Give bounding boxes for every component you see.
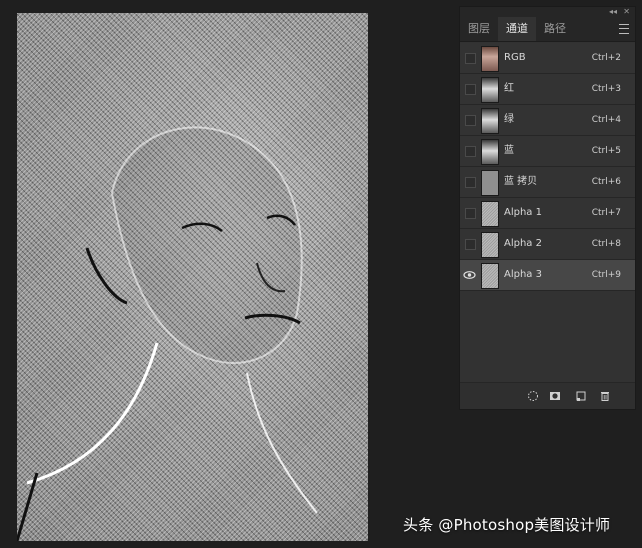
channel-shortcut: Ctrl+2 — [591, 53, 621, 63]
channel-name: Alpha 3 — [504, 269, 542, 280]
channel-row-alpha-3[interactable]: Alpha 3 Ctrl+9 — [460, 260, 635, 291]
panel-footer — [460, 382, 635, 409]
channel-name: 红 — [504, 83, 514, 94]
visibility-toggle[interactable] — [465, 115, 476, 126]
channels-panel: ◂◂ ✕ 图层 通道 路径 RGB Ctrl+2 红 Ctrl+3 绿 Ctrl… — [459, 6, 636, 410]
channel-row-blue[interactable]: 蓝 Ctrl+5 — [460, 136, 635, 167]
tab-layers[interactable]: 图层 — [460, 17, 498, 41]
channel-name: Alpha 2 — [504, 238, 542, 249]
channel-shortcut: Ctrl+3 — [591, 84, 621, 94]
channel-thumbnail — [481, 170, 499, 196]
channel-row-rgb[interactable]: RGB Ctrl+2 — [460, 43, 635, 74]
channel-shortcut: Ctrl+8 — [591, 239, 621, 249]
panel-title-bar[interactable]: ◂◂ ✕ — [460, 7, 635, 17]
visibility-toggle[interactable] — [465, 177, 476, 188]
channel-row-green[interactable]: 绿 Ctrl+4 — [460, 105, 635, 136]
channel-list: RGB Ctrl+2 红 Ctrl+3 绿 Ctrl+4 蓝 Ctrl+5 蓝 … — [460, 42, 635, 291]
channel-thumbnail — [481, 201, 499, 227]
visibility-toggle[interactable] — [465, 53, 476, 64]
channel-shortcut: Ctrl+7 — [591, 208, 621, 218]
channel-thumbnail — [481, 263, 499, 289]
channel-shortcut: Ctrl+5 — [591, 146, 621, 156]
channel-shortcut: Ctrl+6 — [591, 177, 621, 187]
collapse-icon[interactable]: ◂◂ — [609, 7, 617, 17]
load-selection-icon[interactable] — [527, 390, 539, 402]
visibility-toggle[interactable] — [465, 239, 476, 250]
channel-row-red[interactable]: 红 Ctrl+3 — [460, 74, 635, 105]
channel-name: 蓝 — [504, 145, 514, 156]
delete-icon[interactable] — [599, 390, 611, 402]
visibility-toggle[interactable] — [465, 208, 476, 219]
visibility-toggle[interactable] — [465, 146, 476, 157]
channel-thumbnail — [481, 108, 499, 134]
panel-tabs: 图层 通道 路径 — [460, 17, 635, 42]
channel-row-alpha-1[interactable]: Alpha 1 Ctrl+7 — [460, 198, 635, 229]
channel-row-alpha-2[interactable]: Alpha 2 Ctrl+8 — [460, 229, 635, 260]
channel-name: 蓝 拷贝 — [504, 176, 538, 187]
channel-thumbnail — [481, 77, 499, 103]
eye-icon[interactable] — [463, 269, 476, 281]
channel-row-blue-copy[interactable]: 蓝 拷贝 Ctrl+6 — [460, 167, 635, 198]
channel-shortcut: Ctrl+9 — [591, 270, 621, 280]
tab-paths[interactable]: 路径 — [536, 17, 574, 41]
channel-thumbnail — [481, 232, 499, 258]
channel-thumbnail — [481, 46, 499, 72]
tab-channels[interactable]: 通道 — [498, 17, 536, 41]
channel-name: RGB — [504, 52, 526, 63]
watermark-text: 头条 @Photoshop美图设计师 — [403, 516, 611, 534]
channel-name: Alpha 1 — [504, 207, 542, 218]
embossed-portrait-image — [17, 13, 368, 541]
new-channel-icon[interactable] — [575, 390, 587, 402]
visibility-toggle[interactable] — [465, 84, 476, 95]
channel-thumbnail — [481, 139, 499, 165]
channel-name: 绿 — [504, 114, 514, 125]
channel-shortcut: Ctrl+4 — [591, 115, 621, 125]
panel-menu-icon[interactable] — [619, 24, 629, 34]
save-selection-icon[interactable] — [549, 390, 561, 402]
close-icon[interactable]: ✕ — [623, 7, 630, 17]
